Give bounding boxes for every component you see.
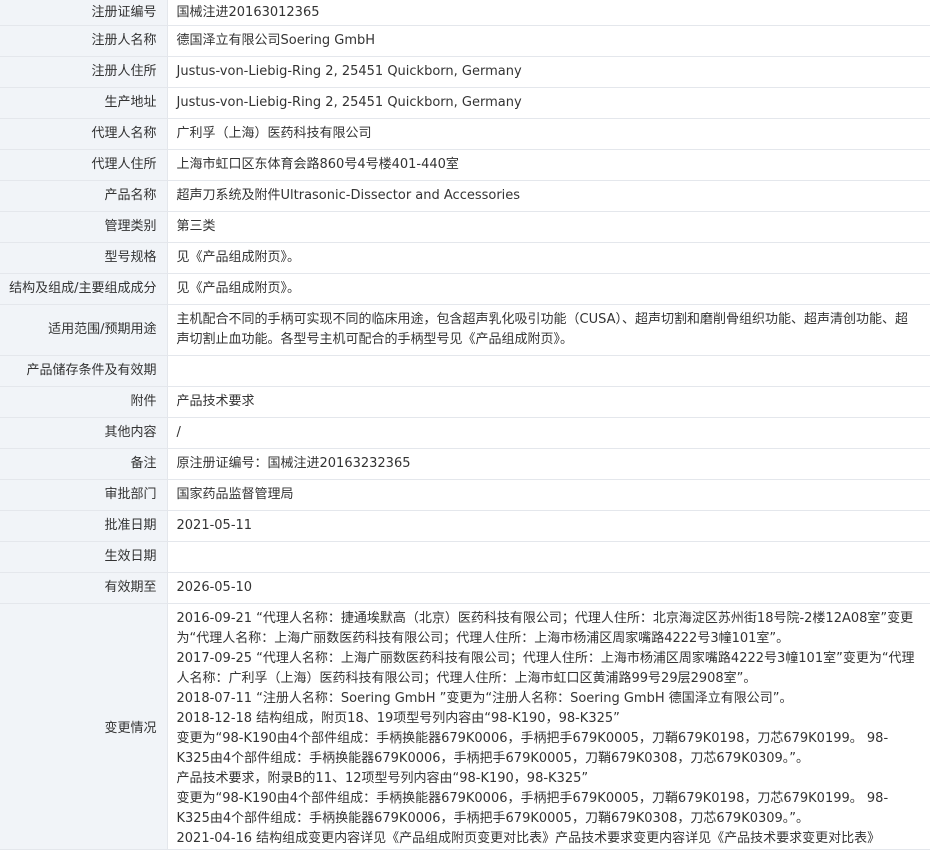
row-label: 代理人住所 [0, 149, 168, 181]
table-row: 代理人名称 广利孚（上海）医药科技有限公司 [0, 118, 930, 150]
row-value: 2021-05-11 [167, 510, 930, 542]
table-row: 审批部门 国家药品监督管理局 [0, 479, 930, 511]
table-row: 批准日期 2021-05-11 [0, 510, 930, 542]
row-value: / [167, 417, 930, 449]
row-label: 生产地址 [0, 87, 168, 119]
row-value [167, 541, 930, 573]
change-entry: 变更为“98-K190由4个部件组成：手柄换能器679K0006，手柄把手679… [176, 791, 889, 826]
row-value: 广利孚（上海）医药科技有限公司 [167, 118, 930, 150]
table-row: 产品储存条件及有效期 [0, 355, 930, 387]
table-row: 有效期至 2026-05-10 [0, 572, 930, 604]
row-label: 代理人名称 [0, 118, 168, 150]
row-label: 管理类别 [0, 211, 168, 243]
row-label: 产品储存条件及有效期 [0, 355, 168, 387]
table-row: 结构及组成/主要组成成分 见《产品组成附页》。 [0, 273, 930, 305]
table-row: 管理类别 第三类 [0, 211, 930, 243]
table-row: 产品名称 超声刀系统及附件Ultrasonic-Dissector and Ac… [0, 180, 930, 212]
row-label: 生效日期 [0, 541, 168, 573]
row-label: 注册证编号 [0, 0, 168, 26]
row-label: 备注 [0, 448, 168, 480]
row-label: 有效期至 [0, 572, 168, 604]
row-label: 附件 [0, 386, 168, 418]
row-label: 注册人名称 [0, 25, 168, 57]
row-label: 批准日期 [0, 510, 168, 542]
row-label: 其他内容 [0, 417, 168, 449]
row-value: Justus-von-Liebig-Ring 2, 25451 Quickbor… [167, 56, 930, 88]
row-value [167, 355, 930, 387]
row-value: 德国泽立有限公司Soering GmbH [167, 25, 930, 57]
change-entry: 2018-07-11 “注册人名称：Soering GmbH ”变更为“注册人名… [176, 691, 793, 706]
table-row: 生产地址 Justus-von-Liebig-Ring 2, 25451 Qui… [0, 87, 930, 119]
table-row: 型号规格 见《产品组成附页》。 [0, 242, 930, 274]
row-value: 国械注进20163012365 [167, 0, 930, 26]
row-value: 超声刀系统及附件Ultrasonic-Dissector and Accesso… [167, 180, 930, 212]
table-row: 生效日期 [0, 541, 930, 573]
table-row: 注册证编号 国械注进20163012365 [0, 0, 930, 26]
table-row: 附件 产品技术要求 [0, 386, 930, 418]
row-value: 上海市虹口区东体育会路860号4号楼401-440室 [167, 149, 930, 181]
change-entry: 2021-04-16 结构组成变更内容详见《产品组成附页变更对比表》产品技术要求… [176, 831, 881, 846]
change-history-label: 变更情况 [0, 603, 168, 850]
row-label: 注册人住所 [0, 56, 168, 88]
row-label: 产品名称 [0, 180, 168, 212]
change-entry: 2017-09-25 “代理人名称：上海广丽数医药科技有限公司；代理人住所：上海… [176, 651, 915, 686]
row-value: 见《产品组成附页》。 [167, 273, 930, 305]
row-label: 型号规格 [0, 242, 168, 274]
row-value: 主机配合不同的手柄可实现不同的临床用途，包含超声乳化吸引功能（CUSA）、超声切… [167, 304, 930, 356]
change-history-value: 2016-09-21 “代理人名称：捷通埃默高（北京）医药科技有限公司；代理人住… [167, 603, 930, 850]
row-label: 审批部门 [0, 479, 168, 511]
row-label: 适用范围/预期用途 [0, 304, 168, 356]
table-row: 注册人住所 Justus-von-Liebig-Ring 2, 25451 Qu… [0, 56, 930, 88]
table-row: 代理人住所 上海市虹口区东体育会路860号4号楼401-440室 [0, 149, 930, 181]
table-row: 其他内容 / [0, 417, 930, 449]
row-value: 国家药品监督管理局 [167, 479, 930, 511]
row-value: 第三类 [167, 211, 930, 243]
table-row: 注册人名称 德国泽立有限公司Soering GmbH [0, 25, 930, 57]
row-value: 2026-05-10 [167, 572, 930, 604]
change-entry: 变更为“98-K190由4个部件组成：手柄换能器679K0006，手柄把手679… [176, 731, 889, 766]
table-row: 备注 原注册证编号：国械注进20163232365 [0, 448, 930, 480]
row-label: 结构及组成/主要组成成分 [0, 273, 168, 305]
change-history-row: 变更情况 2016-09-21 “代理人名称：捷通埃默高（北京）医药科技有限公司… [0, 603, 930, 850]
row-value: 原注册证编号：国械注进20163232365 [167, 448, 930, 480]
row-value: 见《产品组成附页》。 [167, 242, 930, 274]
row-value: 产品技术要求 [167, 386, 930, 418]
registration-detail-table: 注册证编号 国械注进20163012365 注册人名称 德国泽立有限公司Soer… [0, 0, 930, 850]
table-row: 适用范围/预期用途 主机配合不同的手柄可实现不同的临床用途，包含超声乳化吸引功能… [0, 304, 930, 356]
change-entry: 2016-09-21 “代理人名称：捷通埃默高（北京）医药科技有限公司；代理人住… [176, 611, 914, 646]
change-entry: 产品技术要求，附录B的11、12项型号列内容由“98-K190，98-K325” [176, 771, 589, 786]
row-value: Justus-von-Liebig-Ring 2, 25451 Quickbor… [167, 87, 930, 119]
change-entry: 2018-12-18 结构组成，附页18、19项型号列内容由“98-K190，9… [176, 711, 620, 726]
